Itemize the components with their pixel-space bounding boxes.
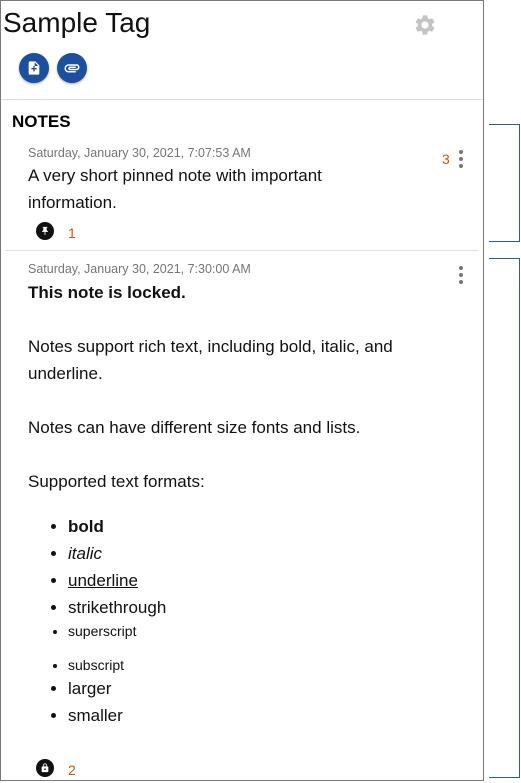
page-title: Sample Tag — [3, 7, 151, 38]
list-item-bold: bold — [68, 513, 428, 540]
pin-count: 1 — [68, 225, 76, 241]
note-menu-button[interactable] — [455, 265, 467, 285]
note-menu-count: 3 — [442, 151, 450, 167]
paragraph-formats: Supported text formats: — [28, 472, 205, 491]
list-item-subscript: subscript — [68, 652, 428, 679]
note-card-locked[interactable]: Saturday, January 30, 2021, 7:30:00 AM T… — [5, 257, 478, 780]
list-item-underline: underline — [68, 567, 428, 594]
note-text: A very short pinned note with important … — [28, 166, 322, 212]
formats-list: bold italic underline strikethrough supe… — [28, 513, 428, 729]
list-item-italic: italic — [68, 540, 428, 567]
callout-bracket-pinned — [489, 124, 520, 242]
note-separator — [5, 250, 478, 251]
attach-button[interactable] — [57, 53, 87, 83]
lock-icon — [41, 763, 49, 773]
list-item-superscript: superscript — [68, 618, 428, 645]
add-note-button[interactable] — [19, 53, 49, 83]
list-item-strikethrough: strikethrough — [68, 594, 428, 621]
lock-count: 2 — [68, 762, 76, 778]
dot — [459, 273, 463, 277]
note-timestamp: Saturday, January 30, 2021, 7:07:53 AM — [28, 146, 251, 160]
list-item-smaller: smaller — [68, 702, 428, 729]
note-rich-text: This note is locked. Notes support rich … — [28, 279, 428, 729]
lock-status[interactable] — [36, 759, 54, 777]
note-timestamp: Saturday, January 30, 2021, 7:30:00 AM — [28, 262, 251, 276]
more-vert-icon — [459, 266, 463, 270]
more-vert-icon — [459, 150, 463, 154]
header-divider — [1, 99, 483, 100]
paperclip-icon — [64, 64, 80, 73]
gear-icon — [415, 15, 435, 35]
paragraph-fonts: Notes can have different size fonts and … — [28, 418, 361, 437]
dot — [459, 157, 463, 161]
tag-panel: Sample Tag NOTES Saturday, January 30, 2… — [0, 0, 484, 781]
settings-button[interactable] — [413, 13, 437, 37]
pin-status[interactable] — [36, 222, 54, 240]
notes-heading: NOTES — [12, 112, 71, 131]
note-card-pinned[interactable]: Saturday, January 30, 2021, 7:07:53 AM A… — [5, 141, 478, 245]
pin-icon — [42, 226, 48, 236]
paragraph-rich-text: Notes support rich text, including bold,… — [28, 337, 393, 383]
dot — [459, 280, 463, 284]
callout-bracket-locked — [489, 258, 520, 778]
list-item-larger: larger — [68, 675, 428, 702]
locked-line: This note is locked. — [28, 283, 186, 302]
file-plus-icon — [28, 61, 40, 75]
note-menu-button[interactable] — [455, 149, 467, 169]
dot — [459, 164, 463, 168]
